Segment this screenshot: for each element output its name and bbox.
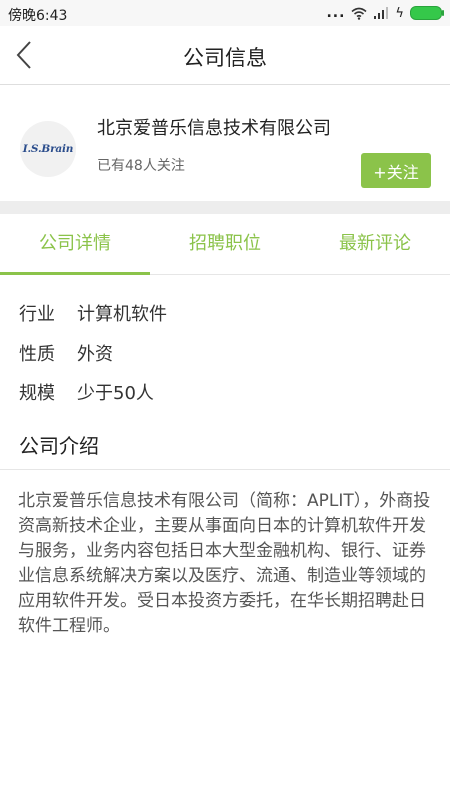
signal-icon (374, 7, 389, 19)
company-logo: I.S.Brain (20, 121, 76, 177)
tab-bar: 公司详情 招聘职位 最新评论 (0, 214, 450, 275)
status-icons: ... ϟ (326, 5, 444, 21)
scale-label: 规模 (19, 383, 55, 404)
battery-icon (410, 6, 444, 20)
divider (0, 469, 450, 470)
tab-job-openings[interactable]: 招聘职位 (150, 214, 300, 274)
status-time: 傍晚6:43 (8, 8, 68, 24)
industry-label: 行业 (19, 304, 55, 325)
nav-bar: 公司信息 (0, 26, 450, 85)
page-title: 公司信息 (183, 46, 267, 70)
status-bar: 傍晚6:43 ... ϟ (0, 0, 450, 26)
company-header: I.S.Brain 北京爱普乐信息技术有限公司 已有48人关注 +关注 (0, 85, 450, 201)
detail-industry: 行业 计算机软件 (19, 300, 167, 326)
tab-latest-comments[interactable]: 最新评论 (300, 214, 450, 274)
industry-value: 计算机软件 (77, 304, 167, 325)
section-separator (0, 201, 450, 214)
follower-count: 已有48人关注 (97, 158, 185, 174)
nature-label: 性质 (19, 344, 55, 365)
intro-title: 公司介绍 (19, 434, 99, 458)
charging-icon: ϟ (395, 5, 404, 21)
detail-nature: 性质 外资 (19, 340, 113, 366)
company-name: 北京爱普乐信息技术有限公司 (97, 118, 331, 139)
wifi-icon (351, 7, 367, 20)
detail-scale: 规模 少于50人 (19, 379, 154, 405)
follow-button[interactable]: +关注 (361, 153, 431, 188)
more-dots-icon: ... (326, 5, 346, 21)
intro-text: 北京爱普乐信息技术有限公司（简称：APLIT），外商投资高新技术企业，主要从事面… (18, 491, 431, 636)
tab-company-details[interactable]: 公司详情 (0, 214, 150, 275)
scale-value: 少于50人 (77, 383, 154, 404)
nature-value: 外资 (77, 344, 113, 365)
